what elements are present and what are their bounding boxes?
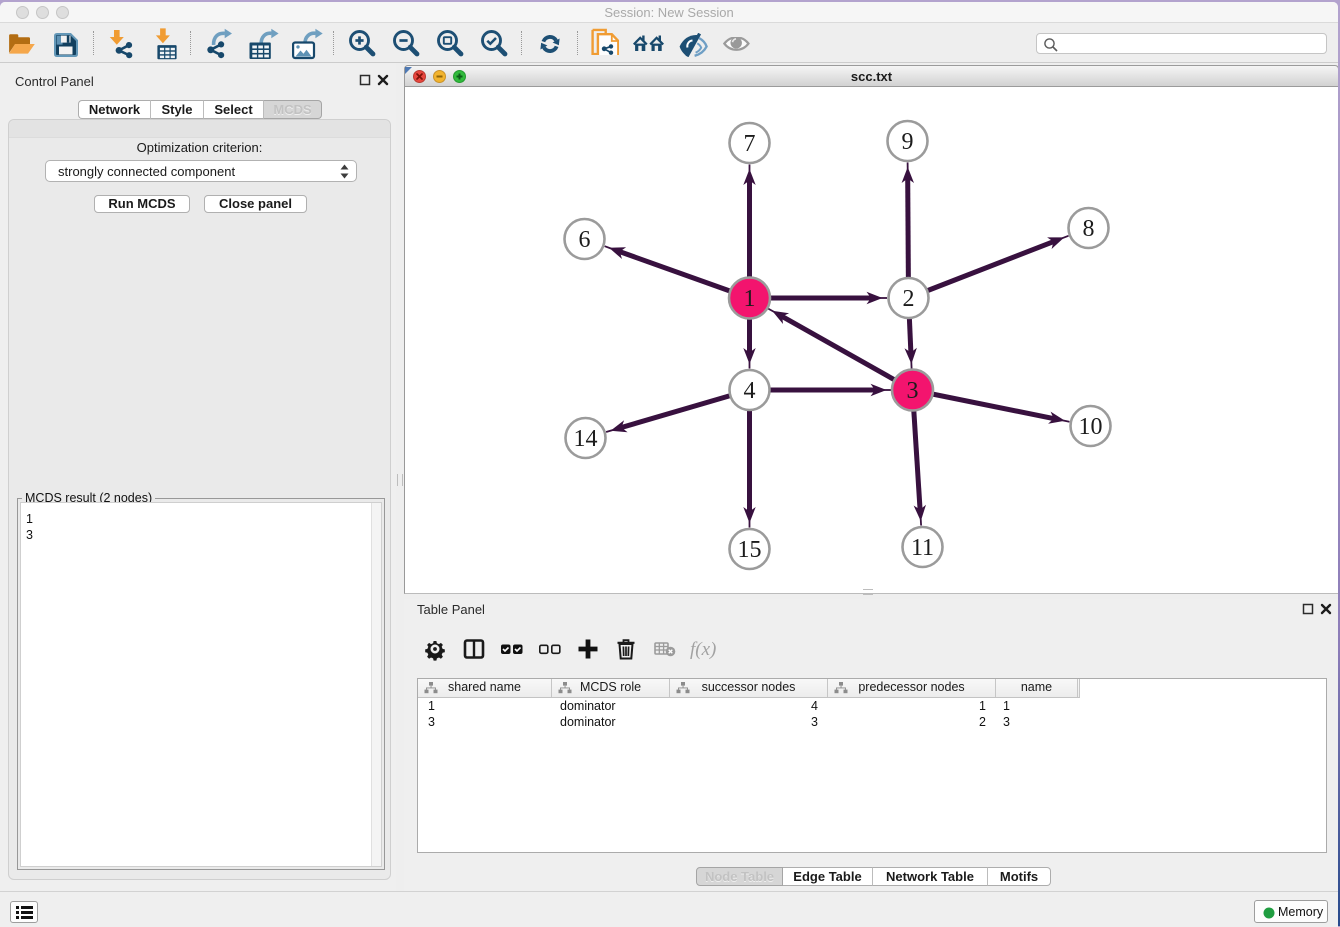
svg-text:10: 10 <box>1079 414 1103 440</box>
svg-text:4: 4 <box>744 378 756 404</box>
svg-text:3: 3 <box>907 378 919 404</box>
svg-text:7: 7 <box>744 131 756 157</box>
svg-text:9: 9 <box>902 129 914 155</box>
svg-text:6: 6 <box>579 227 591 253</box>
svg-text:14: 14 <box>574 426 598 452</box>
svg-text:15: 15 <box>738 537 762 563</box>
svg-text:11: 11 <box>911 535 934 561</box>
svg-text:1: 1 <box>744 286 756 312</box>
svg-text:8: 8 <box>1083 216 1095 242</box>
svg-text:2: 2 <box>903 286 915 312</box>
